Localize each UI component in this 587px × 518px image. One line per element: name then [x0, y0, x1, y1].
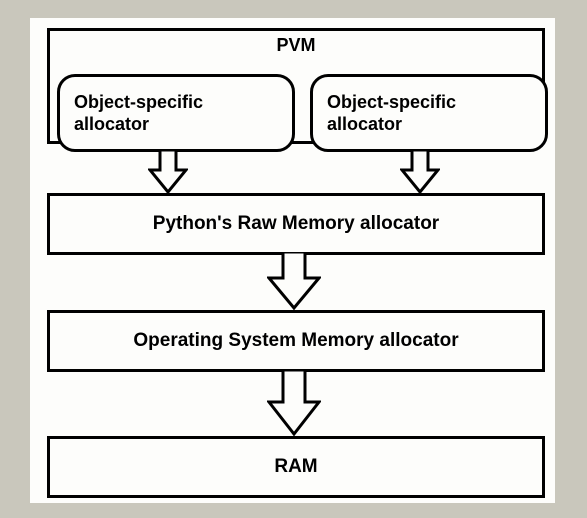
arrow-icon — [267, 252, 321, 310]
os-allocator-label: Operating System Memory allocator — [133, 330, 458, 352]
pvm-label: PVM — [50, 35, 542, 56]
ram-box: RAM — [47, 436, 545, 498]
arrow-icon — [148, 150, 188, 194]
object-allocator-left-label: Object-specific allocator — [74, 91, 203, 136]
arrow-icon — [400, 150, 440, 194]
object-allocator-right-label: Object-specific allocator — [327, 91, 456, 136]
raw-allocator-box: Python's Raw Memory allocator — [47, 193, 545, 255]
object-allocator-right: Object-specific allocator — [310, 74, 548, 152]
raw-allocator-label: Python's Raw Memory allocator — [153, 213, 439, 235]
arrow-icon — [267, 370, 321, 436]
diagram-canvas: PVM Object-specific allocator Object-spe… — [30, 18, 555, 503]
ram-label: RAM — [274, 456, 317, 478]
object-allocator-left: Object-specific allocator — [57, 74, 295, 152]
os-allocator-box: Operating System Memory allocator — [47, 310, 545, 372]
